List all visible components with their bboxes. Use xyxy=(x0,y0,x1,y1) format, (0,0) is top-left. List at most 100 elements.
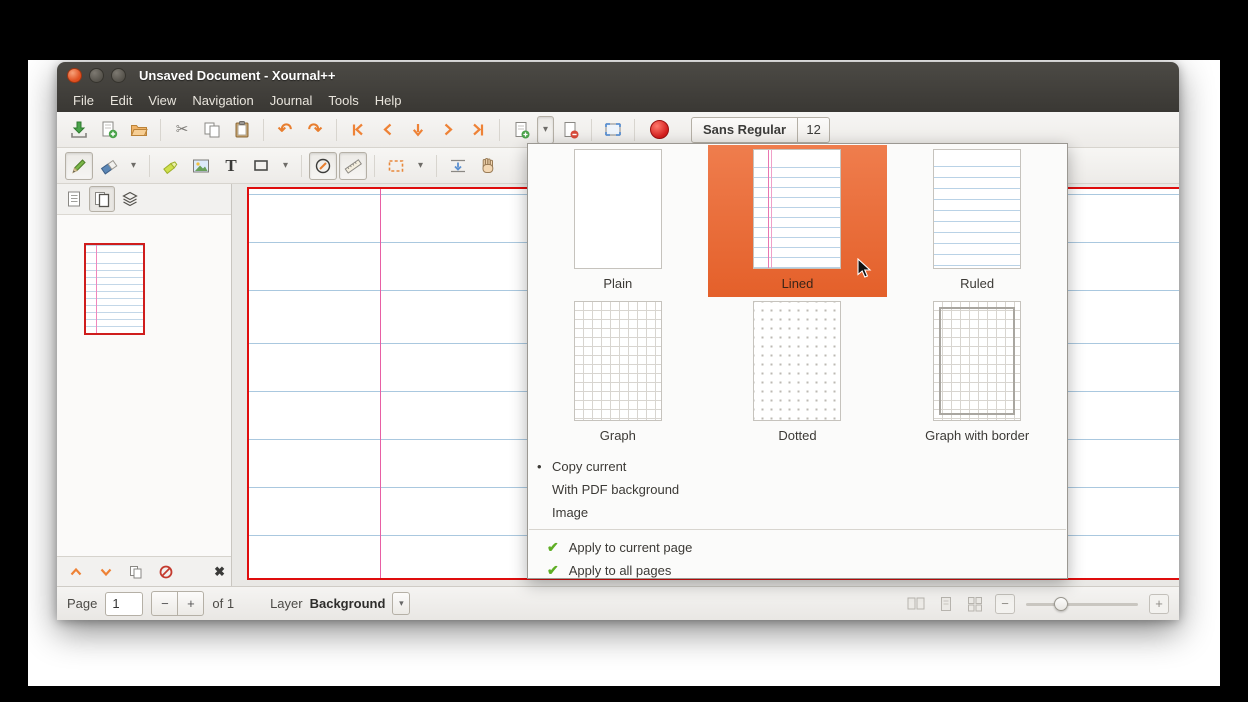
template-lined-preview xyxy=(753,149,841,269)
sidebar-copy-button[interactable] xyxy=(123,559,149,585)
toolbar-separator xyxy=(301,155,302,177)
paste-button[interactable] xyxy=(228,116,256,144)
image-icon xyxy=(191,156,211,176)
text-tool-button[interactable]: T xyxy=(217,152,245,180)
page-thumbnail[interactable] xyxy=(84,243,145,335)
open-button[interactable] xyxy=(125,116,153,144)
menu-journal[interactable]: Journal xyxy=(262,91,321,110)
new-document-button[interactable] xyxy=(95,116,123,144)
chevron-down-icon: ▾ xyxy=(283,160,288,171)
eraser-icon xyxy=(99,156,119,176)
save-button[interactable] xyxy=(65,116,93,144)
layer-dropdown-button[interactable]: ▾ xyxy=(392,592,410,615)
page-number-input[interactable] xyxy=(105,592,143,616)
highlighter-icon xyxy=(161,156,181,176)
sidebar-delete-button[interactable] xyxy=(153,559,179,585)
font-size-spinner[interactable]: 12 xyxy=(798,117,830,143)
page-count-label: of 1 xyxy=(212,596,234,611)
last-page-button[interactable] xyxy=(464,116,492,144)
eraser-options-dropdown[interactable]: ▾ xyxy=(125,152,142,180)
page-increment-button[interactable]: + xyxy=(177,591,204,616)
shape-recognizer-toggle[interactable] xyxy=(309,152,337,180)
template-label: Ruled xyxy=(960,276,994,291)
template-ruled[interactable]: Ruled xyxy=(887,145,1067,297)
chevron-left-icon xyxy=(379,121,397,139)
text-tool-icon: T xyxy=(225,157,236,174)
ruler-toggle[interactable] xyxy=(339,152,367,180)
sidebar-close-button[interactable]: ✖ xyxy=(214,564,225,580)
template-graph-border[interactable]: Graph with border xyxy=(887,297,1067,449)
option-label: Copy current xyxy=(552,459,626,474)
sidebar-down-button[interactable] xyxy=(93,559,119,585)
option-pdf-background[interactable]: With PDF background xyxy=(528,478,1067,501)
contents-tab-button[interactable] xyxy=(61,186,87,212)
template-plain[interactable]: Plain xyxy=(528,145,708,297)
close-button[interactable] xyxy=(67,68,82,83)
menu-help[interactable]: Help xyxy=(367,91,410,110)
copy-button[interactable] xyxy=(198,116,226,144)
check-icon: ✔ xyxy=(547,562,559,579)
template-label: Graph xyxy=(600,428,636,443)
grid-view-button[interactable] xyxy=(966,595,984,613)
menu-file[interactable]: File xyxy=(65,91,102,110)
option-copy-current[interactable]: • Copy current xyxy=(528,455,1067,478)
menu-edit[interactable]: Edit xyxy=(102,91,140,110)
undo-button[interactable]: ↶ xyxy=(271,116,299,144)
presentation-icon xyxy=(603,120,623,140)
eraser-tool-button[interactable] xyxy=(95,152,123,180)
delete-page-icon xyxy=(560,120,580,140)
menu-navigation[interactable]: Navigation xyxy=(184,91,261,110)
previous-page-button[interactable] xyxy=(374,116,402,144)
insert-page-button[interactable] xyxy=(507,116,535,144)
zoom-slider[interactable] xyxy=(1026,594,1138,614)
maximize-button[interactable] xyxy=(111,68,126,83)
pen-tool-button[interactable] xyxy=(65,152,93,180)
shape-tool-button[interactable] xyxy=(247,152,275,180)
zoom-in-button[interactable]: + xyxy=(1149,594,1169,614)
option-label: With PDF background xyxy=(552,482,679,497)
menu-tools[interactable]: Tools xyxy=(320,91,366,110)
goto-page-button[interactable] xyxy=(404,116,432,144)
sidebar-up-button[interactable] xyxy=(63,559,89,585)
template-graph[interactable]: Graph xyxy=(528,297,708,449)
redo-button[interactable]: ↷ xyxy=(301,116,329,144)
desktop-background: Unsaved Document - Xournal++ File Edit V… xyxy=(28,60,1220,686)
option-image[interactable]: Image xyxy=(528,501,1067,524)
preview-margin-line xyxy=(771,150,772,268)
hand-tool-button[interactable] xyxy=(474,152,502,180)
preview-tab-button[interactable] xyxy=(89,186,115,212)
first-page-button[interactable] xyxy=(344,116,372,144)
presentation-button[interactable] xyxy=(599,116,627,144)
template-dotted[interactable]: Dotted xyxy=(708,297,888,449)
page-template-popup: Plain Lined Ruled xyxy=(527,143,1068,579)
select-options-dropdown[interactable]: ▾ xyxy=(412,152,429,180)
zoom-out-button[interactable]: − xyxy=(995,594,1015,614)
template-dotted-preview xyxy=(753,301,841,421)
vertical-space-tool-button[interactable] xyxy=(444,152,472,180)
layers-tab-button[interactable] xyxy=(117,186,143,212)
select-region-button[interactable] xyxy=(382,152,410,180)
zoom-slider-handle[interactable] xyxy=(1054,597,1068,611)
cut-button[interactable]: ✂ xyxy=(168,116,196,144)
record-button[interactable] xyxy=(650,120,669,139)
font-button[interactable]: Sans Regular xyxy=(691,117,798,143)
delete-page-button[interactable] xyxy=(556,116,584,144)
contents-icon xyxy=(65,190,83,208)
image-tool-button[interactable] xyxy=(187,152,215,180)
apply-all-pages[interactable]: ✔ Apply to all pages xyxy=(528,559,1067,582)
menu-view[interactable]: View xyxy=(140,91,184,110)
dual-page-view-button[interactable] xyxy=(906,595,926,613)
minimize-button[interactable] xyxy=(89,68,104,83)
insert-page-dropdown[interactable]: ▾ xyxy=(537,116,554,144)
page-decrement-button[interactable]: − xyxy=(151,591,178,616)
scissors-icon: ✂ xyxy=(176,122,189,137)
xournal-window: Unsaved Document - Xournal++ File Edit V… xyxy=(57,62,1179,620)
single-page-view-button[interactable] xyxy=(937,595,955,613)
shape-options-dropdown[interactable]: ▾ xyxy=(277,152,294,180)
next-page-button[interactable] xyxy=(434,116,462,144)
template-graph-preview xyxy=(574,301,662,421)
font-chooser: Sans Regular 12 xyxy=(691,117,830,143)
highlighter-tool-button[interactable] xyxy=(157,152,185,180)
apply-current-page[interactable]: ✔ Apply to current page xyxy=(528,536,1067,559)
chevron-right-icon xyxy=(439,121,457,139)
